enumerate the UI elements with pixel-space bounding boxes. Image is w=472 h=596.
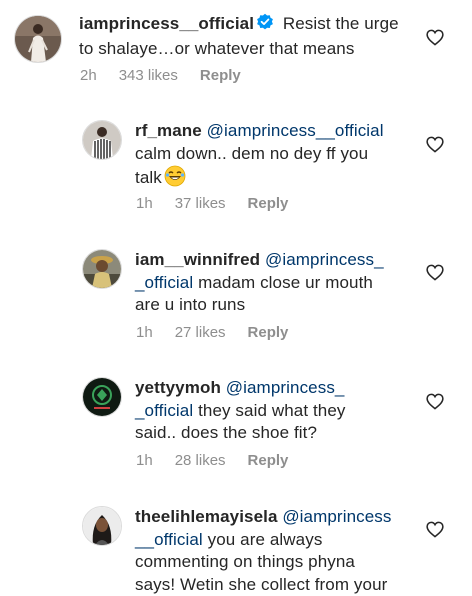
verified-badge-icon	[256, 13, 274, 38]
avatar-yettyymoh[interactable]	[82, 377, 122, 417]
likes-count[interactable]: 28 likes	[175, 452, 226, 469]
reply-button[interactable]: Reply	[248, 195, 289, 212]
heart-outline-icon[interactable]	[426, 264, 444, 281]
comment-text-line2: talk	[135, 168, 162, 187]
timestamp: 2h	[80, 67, 97, 84]
username[interactable]: iam__winnifred	[135, 250, 260, 269]
likes-count[interactable]: 343 likes	[119, 67, 178, 84]
mention-link[interactable]: @iamprincess_	[226, 378, 345, 397]
comment-body: iamprincess__official Resist the urge to…	[79, 13, 419, 60]
comment-text-line1: madam close ur mouth	[198, 272, 373, 292]
username[interactable]: rf_mane	[135, 121, 202, 140]
avatar-iam-winnifred[interactable]	[82, 249, 122, 289]
reply-button[interactable]: Reply	[248, 452, 289, 469]
mention-link-continued[interactable]: _official	[135, 401, 193, 420]
comment-body: theelihlemayisela @iamprincess __officia…	[135, 506, 425, 596]
timestamp: 1h	[136, 324, 153, 341]
comment-text-line1: Resist the urge	[282, 14, 399, 33]
comment-text-line1: calm down.. dem no dey ff you	[135, 143, 369, 163]
mention-link-continued[interactable]: _official	[135, 273, 193, 292]
timestamp: 1h	[136, 452, 153, 469]
comment-text-line1: they said what they	[198, 400, 346, 420]
avatar-iamprincess[interactable]	[14, 15, 62, 63]
comment-body: rf_mane @iamprincess__official calm down…	[135, 120, 415, 194]
mention-link[interactable]: @iamprincess_	[265, 250, 384, 269]
heart-outline-icon[interactable]	[426, 136, 444, 153]
avatar-rf-mane[interactable]	[82, 120, 122, 160]
likes-count[interactable]: 27 likes	[175, 324, 226, 341]
comment-body: iam__winnifred @iamprincess_ _official m…	[135, 249, 415, 317]
comment-text-line2: to shalaye…or whatever that means	[79, 38, 355, 58]
mention-link[interactable]: @iamprincess__official	[207, 121, 384, 140]
laughing-emoji-icon	[164, 165, 186, 194]
likes-count[interactable]: 37 likes	[175, 195, 226, 212]
username[interactable]: yettyymoh	[135, 378, 221, 397]
heart-outline-icon[interactable]	[426, 521, 444, 538]
reply-button[interactable]: Reply	[200, 67, 241, 84]
comment-meta: 1h 27 likes Reply	[136, 324, 288, 341]
comment-text-line1: you are always	[207, 529, 323, 549]
comment-body: yettyymoh @iamprincess_ _official they s…	[135, 377, 415, 445]
comment-meta: 2h 343 likes Reply	[80, 67, 241, 84]
comment-text-line2: said.. does the shoe fit?	[135, 423, 318, 442]
avatar-theelihlemayisela[interactable]	[82, 506, 122, 546]
mention-link-continued[interactable]: __official	[135, 530, 203, 549]
comment-text-line2: commenting on things phyna	[135, 552, 355, 571]
comment-text-line2: are u into runs	[135, 295, 246, 314]
comment-meta: 1h 28 likes Reply	[136, 452, 288, 469]
reply-button[interactable]: Reply	[248, 324, 289, 341]
mention-link[interactable]: @iamprincess	[282, 507, 391, 526]
username[interactable]: theelihlemayisela	[135, 507, 278, 526]
heart-outline-icon[interactable]	[426, 29, 444, 46]
timestamp: 1h	[136, 195, 153, 212]
comment-meta: 1h 37 likes Reply	[136, 195, 288, 212]
username[interactable]: iamprincess__official	[79, 14, 254, 33]
comment-text-line3: says! Wetin she collect from your	[135, 574, 388, 594]
heart-outline-icon[interactable]	[426, 393, 444, 410]
